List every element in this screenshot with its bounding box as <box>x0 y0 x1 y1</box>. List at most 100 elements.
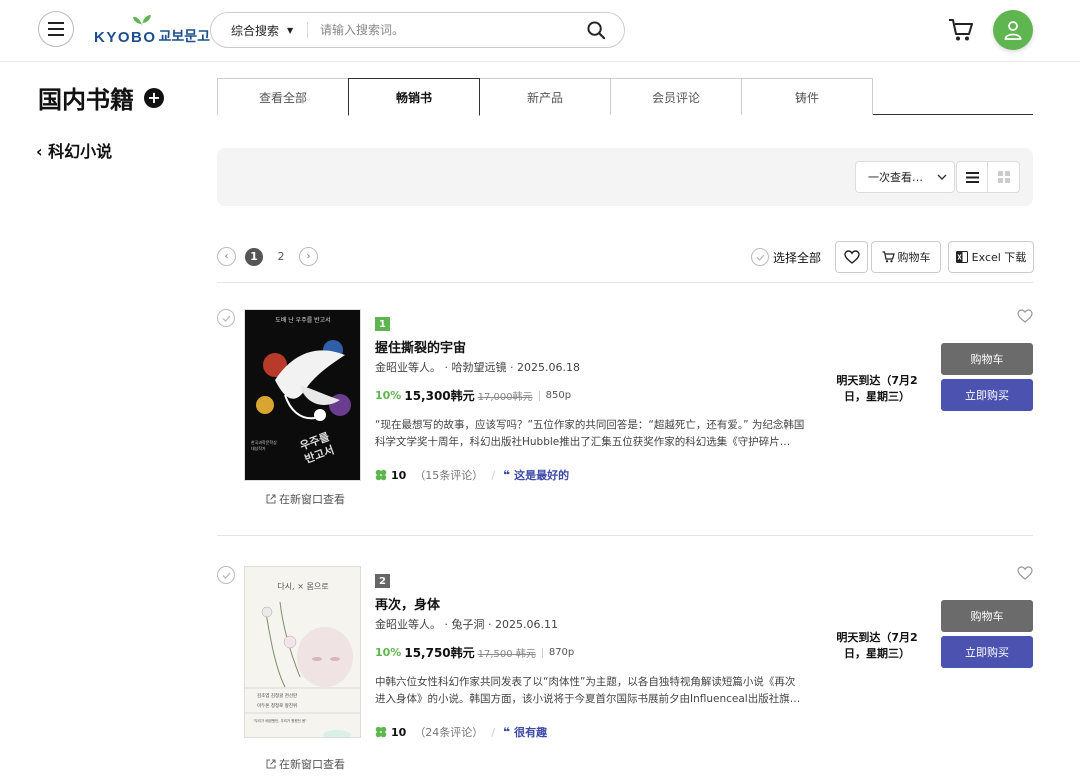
svg-text:대상작가: 대상작가 <box>251 445 266 451</box>
book-description: “现在最想写的故事，应该写吗？”五位作家的共同回答是：“超越死亡，还有爱。” 为… <box>375 419 805 448</box>
svg-text:이두온 청정로 왕진위: 이두온 청정로 왕진위 <box>257 702 297 709</box>
external-link-icon <box>266 494 276 504</box>
plus-circle-icon[interactable]: + <box>144 87 164 108</box>
heart-icon <box>843 250 860 264</box>
check-circle-icon <box>751 248 769 266</box>
price-separator <box>538 390 540 401</box>
buy-now-button[interactable]: 立即购买 <box>941 379 1033 411</box>
kyobo-logo[interactable]: KYOBO 교보문고 <box>94 14 210 46</box>
book-list-item: 다시, × 몸으로 김초엽 김청귤 천선란 이두온 청정로 왕진위 "우리가 배… <box>217 566 1033 779</box>
sub-category-label: 科幻小说 <box>48 142 113 161</box>
open-new-window-link[interactable]: 在新窗口查看 <box>266 491 345 507</box>
tab-casting[interactable]: 铸件 <box>741 78 873 115</box>
logo-text-en: KYOBO <box>94 29 157 46</box>
book-title[interactable]: 握住撕裂的宇宙 <box>375 337 466 356</box>
wishlist-button[interactable] <box>835 241 868 273</box>
book-cover-image[interactable]: 다시, × 몸으로 김초엽 김청귤 천선란 이두온 청정로 왕진위 "우리가 배… <box>244 566 361 738</box>
svg-text:"우리가 배양했던, 우리가 원했던 몸": "우리가 배양했던, 우리가 원했던 몸" <box>253 718 307 723</box>
book-meta: 金昭业等人。 · 兔子洞 · 2025.06.11 <box>375 618 558 631</box>
book-cart-button[interactable]: 购物车 <box>941 343 1033 375</box>
book-description: 中韩六位女性科幻作家共同发表了以“肉体性”为主题，以各自独特视角解读短篇小说《再… <box>375 676 801 705</box>
tab-all[interactable]: 查看全部 <box>217 78 349 115</box>
view-mode-toggle <box>956 161 1020 193</box>
rating-separator: / <box>491 468 496 482</box>
page-number[interactable]: 2 <box>272 250 290 263</box>
book-price: 10% 15,750韩元 17,500 韩元 870p <box>375 644 574 661</box>
chevron-down-icon <box>937 174 947 180</box>
excel-icon <box>955 251 968 263</box>
quote-icon: ❝ <box>503 468 511 482</box>
heart-icon[interactable] <box>1017 566 1033 580</box>
discount-rate: 10% <box>375 646 402 659</box>
cover-title-text: 도배 난 우주를 반고서 <box>275 316 330 324</box>
tab-bar: 查看全部 畅销书 新产品 会员评论 铸件 <box>217 78 1033 116</box>
divider <box>217 282 1033 283</box>
grid-view-button[interactable] <box>988 162 1019 192</box>
tab-bestseller[interactable]: 畅销书 <box>348 78 480 116</box>
reward-points: 850p <box>545 390 572 401</box>
page-number[interactable]: 1 <box>245 247 263 266</box>
search-category-dropdown[interactable]: 综合搜索 ▼ <box>211 22 307 39</box>
hamburger-icon <box>48 22 64 36</box>
check-icon <box>222 315 230 322</box>
tab-member-reviews[interactable]: 会员评论 <box>610 78 742 115</box>
book-select-checkbox[interactable] <box>217 309 235 327</box>
cart-icon[interactable] <box>948 18 974 42</box>
search-input[interactable] <box>308 23 568 37</box>
select-all-checkbox[interactable]: 选择全部 <box>751 248 821 266</box>
excel-button-label: Excel 下载 <box>971 251 1027 264</box>
tab-new[interactable]: 新产品 <box>479 78 611 115</box>
clover-icon <box>375 469 387 481</box>
excel-download-button[interactable]: Excel 下载 <box>948 241 1034 273</box>
list-view-button[interactable] <box>957 162 989 192</box>
discount-rate: 10% <box>375 389 402 402</box>
open-new-window-link[interactable]: 在新窗口查看 <box>266 756 345 772</box>
select-all-label: 选择全部 <box>773 250 822 265</box>
search-icon[interactable] <box>587 21 606 40</box>
prev-page-button[interactable]: ‹ <box>217 247 236 266</box>
rating-score: 10 <box>391 725 407 739</box>
divider <box>217 535 1033 536</box>
delivery-info: 明天到达（7月2日，星期三） <box>836 631 918 660</box>
rating-score: 10 <box>391 468 407 482</box>
original-price: 17,000韩元 <box>477 392 533 403</box>
hamburger-menu-button[interactable] <box>38 11 74 47</box>
review-tag: 这是最好的 <box>514 469 570 482</box>
top-header: KYOBO 교보문고 综合搜索 ▼ <box>0 0 1080 62</box>
user-profile-button[interactable] <box>993 10 1033 50</box>
book-cart-button[interactable]: 购物车 <box>941 600 1033 632</box>
new-window-label: 在新窗口查看 <box>279 493 345 506</box>
user-icon <box>1004 21 1022 40</box>
sub-category-link[interactable]: ‹ 科幻小说 <box>36 138 112 162</box>
view-count-dropdown[interactable]: 一次查看… <box>855 161 955 193</box>
book-rating: 10 （15条评论） / ❝ 这是最好的 <box>375 467 569 483</box>
original-price: 17,500 韩元 <box>477 649 536 660</box>
book-title[interactable]: 再次，身体 <box>375 594 440 613</box>
page-title-text: 国内书籍 <box>38 86 134 114</box>
search-bar: 综合搜索 ▼ <box>210 12 625 48</box>
page-title: 国内书籍 + <box>38 80 164 115</box>
cart-icon <box>882 251 895 263</box>
book-meta: 金昭业等人。 · 哈勃望远镜 · 2025.06.18 <box>375 361 580 374</box>
rank-badge: 1 <box>375 317 390 331</box>
buy-now-button[interactable]: 立即购买 <box>941 636 1033 668</box>
review-count[interactable]: （15条评论） <box>414 467 483 483</box>
book-select-checkbox[interactable] <box>217 566 235 584</box>
clover-icon <box>375 726 387 738</box>
next-page-button[interactable]: › <box>299 247 318 266</box>
review-count[interactable]: （24条评论） <box>414 724 483 740</box>
pagination: ‹ 1 2 › <box>217 247 318 266</box>
reward-points: 870p <box>548 647 575 658</box>
check-icon <box>222 572 230 579</box>
delivery-info: 明天到达（7月2日，星期三） <box>836 374 918 403</box>
heart-icon[interactable] <box>1017 309 1033 323</box>
review-tag: 很有趣 <box>514 726 548 739</box>
book-rating: 10 （24条评论） / ❝ 很有趣 <box>375 724 547 740</box>
book-cover-image[interactable]: 도배 난 우주를 반고서 한국과학문학상 대상작가 우주를 반고서 <box>244 309 361 481</box>
view-count-label: 一次查看… <box>868 171 923 184</box>
book-list-item: 도배 난 우주를 반고서 한국과학문학상 대상작가 우주를 반고서 在新窗口查看… <box>217 309 1033 559</box>
rank-badge: 2 <box>375 574 390 588</box>
add-to-cart-button[interactable]: 购物车 <box>871 241 941 273</box>
rating-separator: / <box>491 725 496 739</box>
new-window-label: 在新窗口查看 <box>279 758 345 771</box>
